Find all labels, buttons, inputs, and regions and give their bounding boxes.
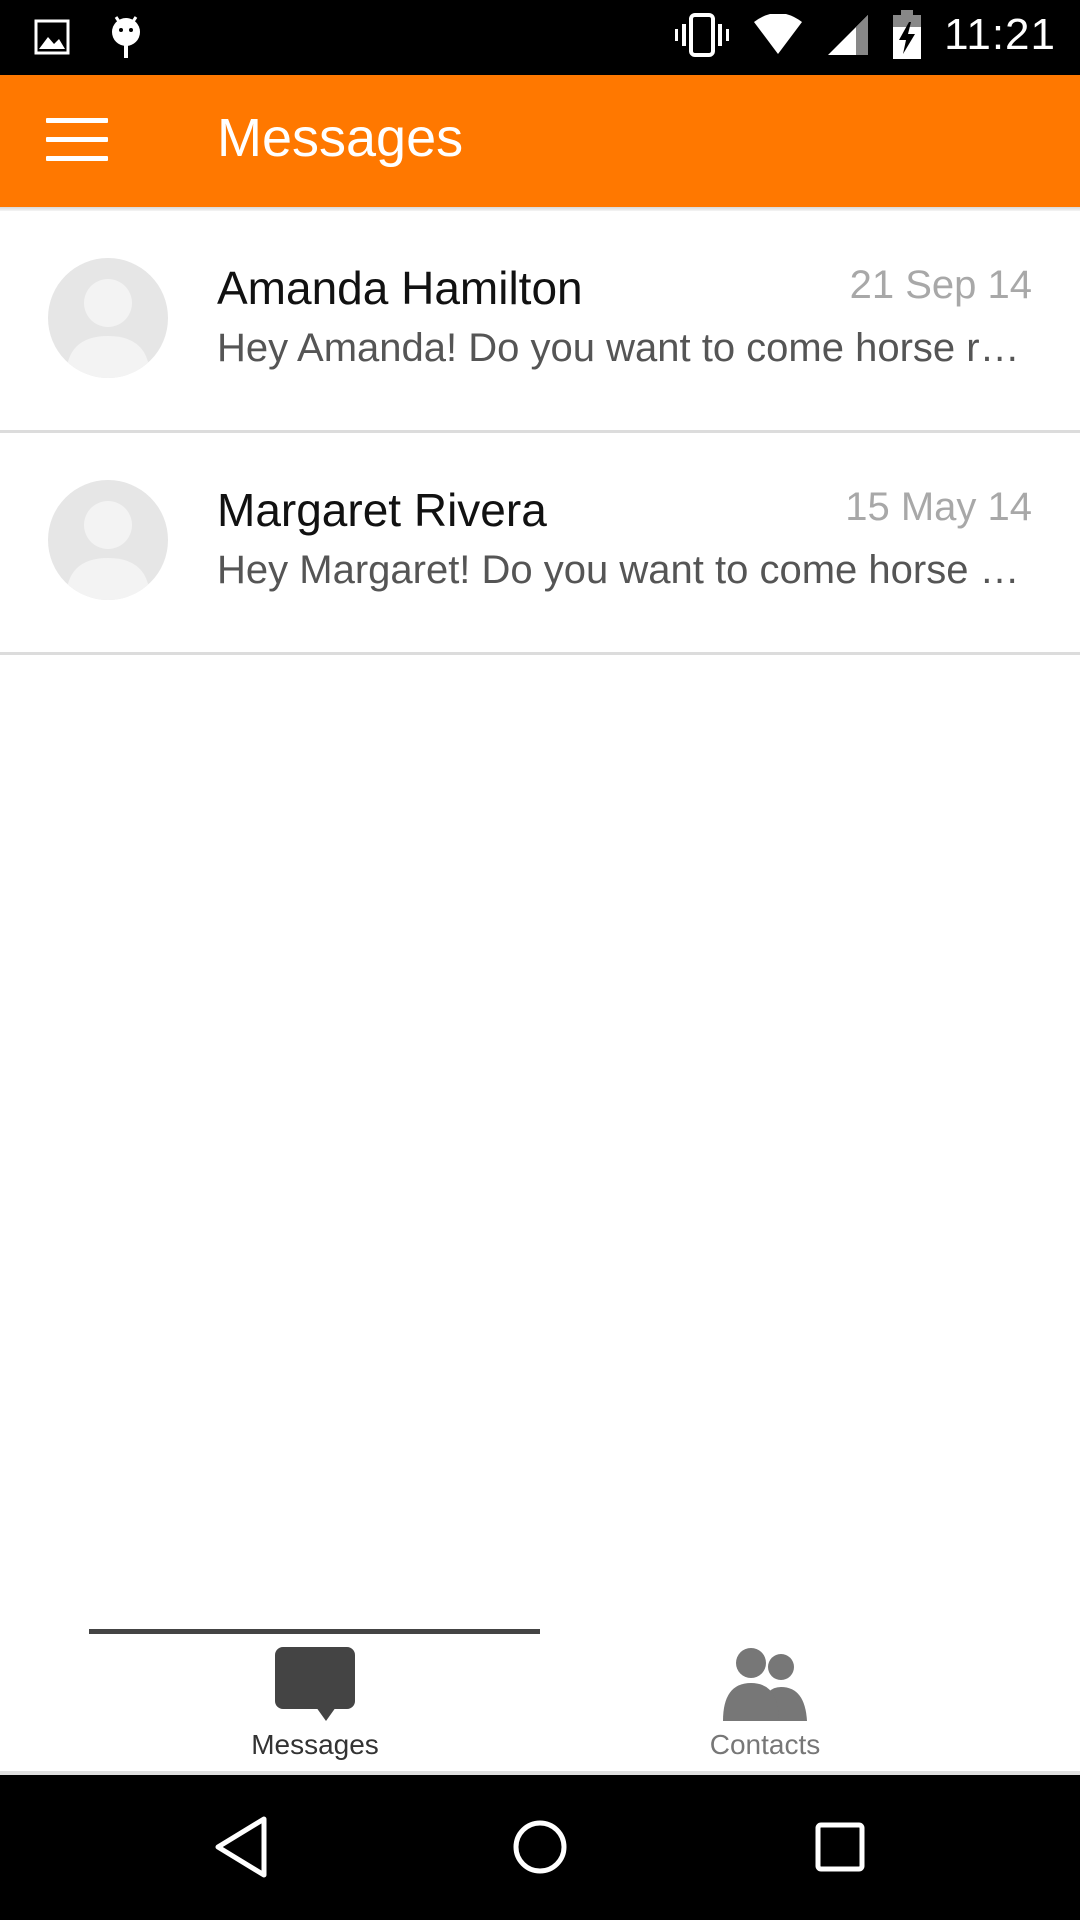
vibrate-icon: [675, 13, 730, 57]
contact-name: Margaret Rivera: [217, 484, 547, 536]
menu-line: [46, 118, 108, 123]
tab-contacts-label: Contacts: [709, 1729, 821, 1760]
message-preview: Hey Margaret! Do you want to come horse …: [217, 548, 1020, 592]
person-placeholder-icon: [66, 501, 150, 600]
tab-contacts[interactable]: Contacts: [495, 1645, 1035, 1770]
signal-icon: [828, 15, 869, 55]
message-date: 15 May 14: [845, 485, 1032, 529]
menu-line: [46, 137, 108, 142]
bottom-tab-bar: Messages Contacts: [0, 1625, 1080, 1775]
chat-bubble-icon: [275, 1647, 355, 1721]
status-bar: 11:21: [0, 0, 1080, 75]
message-date: 21 Sep 14: [849, 263, 1032, 307]
battery-charging-icon: [893, 10, 922, 59]
recents-icon[interactable]: [812, 1815, 868, 1884]
system-nav-bar: [0, 1775, 1080, 1920]
app-bar: Messages: [0, 75, 1080, 207]
avatar: [48, 480, 168, 600]
hamburger-menu-icon[interactable]: [46, 118, 108, 164]
wifi-icon: [754, 14, 803, 54]
image-icon: [34, 19, 70, 55]
conversation-item[interactable]: Margaret Rivera 15 May 14 Hey Margaret! …: [0, 433, 1080, 655]
status-time: 11:21: [944, 10, 1056, 59]
contact-name: Amanda Hamilton: [217, 262, 583, 314]
conversation-item[interactable]: Amanda Hamilton 21 Sep 14 Hey Amanda! Do…: [0, 211, 1080, 433]
android-debug-icon: [112, 16, 140, 58]
message-preview: Hey Amanda! Do you want to come horse r…: [217, 326, 1020, 370]
conversation-list: Amanda Hamilton 21 Sep 14 Hey Amanda! Do…: [0, 211, 1080, 655]
screen: 11:21 Messages Amanda Hamilton 21 Sep 14…: [0, 0, 1080, 1920]
person-placeholder-icon: [66, 279, 150, 378]
selected-tab-indicator: [89, 1629, 540, 1634]
home-icon[interactable]: [510, 1815, 570, 1884]
status-left-icons: [34, 14, 144, 60]
menu-line: [46, 156, 108, 161]
back-icon[interactable]: [214, 1815, 270, 1884]
avatar: [48, 258, 168, 378]
people-icon: [723, 1648, 807, 1721]
page-title: Messages: [217, 108, 464, 168]
status-right-icons: 11:21: [674, 10, 1056, 60]
